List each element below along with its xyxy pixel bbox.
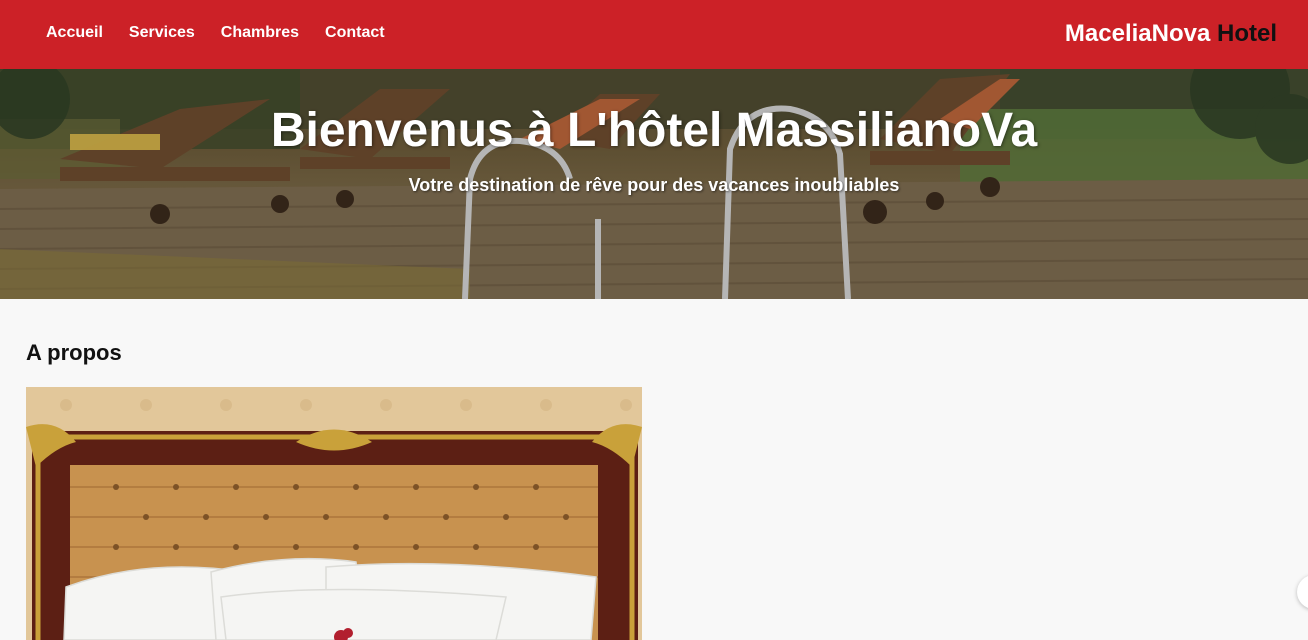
bed-headboard-illustration [26,387,642,640]
hero-title: Bienvenus à L'hôtel MassilianoVa [270,104,1038,157]
hero-banner: Bienvenus à L'hôtel MassilianoVa Votre d… [0,69,1308,299]
about-heading: A propos [26,340,122,365]
about-room-image [26,387,642,640]
brand-name: MaceliaNova [1064,20,1211,47]
hero-subtitle: Votre destination de rêve pour des vacan… [408,175,900,195]
brand-logo[interactable]: MaceliaNova Hotel [1065,20,1277,48]
nav-link-chambres[interactable]: Chambres [221,24,299,42]
nav-link-contact[interactable]: Contact [325,24,385,42]
navbar: Accueil Services Chambres Contact Maceli… [0,0,1308,69]
floating-action-button[interactable] [1297,575,1308,609]
nav-link-services[interactable]: Services [129,24,195,42]
nav-links: Accueil Services Chambres Contact [46,24,411,42]
nav-link-accueil[interactable]: Accueil [46,24,103,42]
brand-accent: Hotel [1217,20,1277,47]
